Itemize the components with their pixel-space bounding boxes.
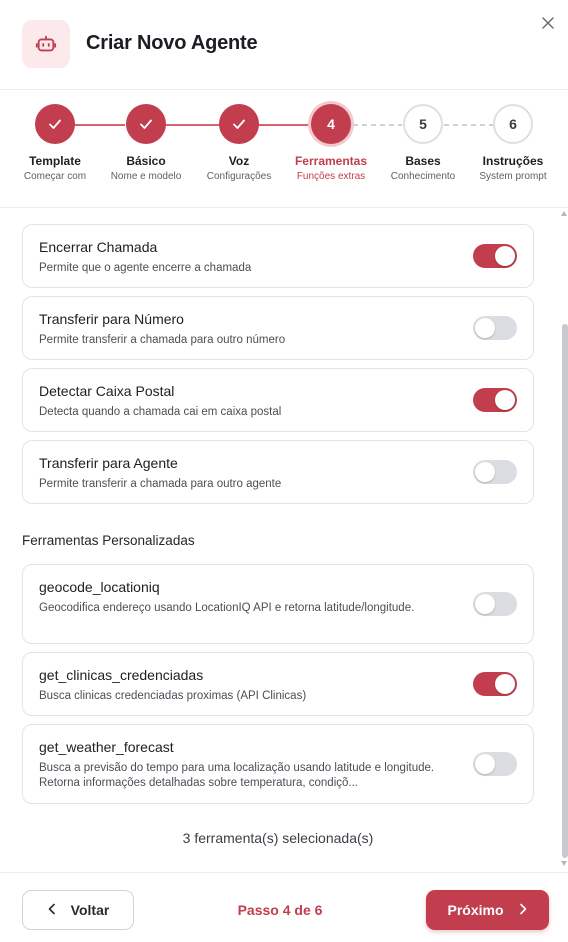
tool-title: Transferir para Agente: [39, 455, 178, 471]
tool-description: Busca clinicas credenciadas proximas (AP…: [39, 690, 307, 702]
tool-description: Geocodifica endereço usando LocationIQ A…: [39, 602, 415, 614]
tool-title: get_clinicas_credenciadas: [39, 667, 204, 683]
custom-tools-heading: Ferramentas Personalizadas: [22, 533, 195, 548]
scrollbar-thumb[interactable]: [562, 324, 568, 858]
chevron-left-icon: [47, 902, 57, 918]
tool-toggle[interactable]: [473, 388, 517, 412]
tool-card-detectar-caixa-postal[interactable]: Detectar Caixa Postal Detecta quando a c…: [22, 368, 534, 432]
tools-list: Encerrar Chamada Permite que o agente en…: [0, 209, 568, 871]
robot-icon: [22, 20, 70, 68]
tool-toggle[interactable]: [473, 244, 517, 268]
tool-title: Detectar Caixa Postal: [39, 383, 175, 399]
step-number: 5: [403, 104, 443, 144]
tool-card-transferir-agente[interactable]: Transferir para Agente Permite transferi…: [22, 440, 534, 504]
close-icon[interactable]: [539, 14, 557, 32]
step-indicator: Passo 4 de 6: [237, 902, 323, 918]
tool-toggle[interactable]: [473, 316, 517, 340]
modal-header: Criar Novo Agente: [0, 0, 568, 90]
check-icon: [126, 104, 166, 144]
tool-card-geocode-locationiq[interactable]: geocode_locationiq Geocodifica endereço …: [22, 564, 534, 644]
tool-card-get-clinicas-credenciadas[interactable]: get_clinicas_credenciadas Busca clinicas…: [22, 652, 534, 716]
step-bases[interactable]: 5 Bases Conhecimento: [373, 104, 473, 182]
tool-card-encerrar-chamada[interactable]: Encerrar Chamada Permite que o agente en…: [22, 224, 534, 288]
step-template[interactable]: Template Começar com: [5, 104, 105, 182]
tool-card-transferir-numero[interactable]: Transferir para Número Permite transferi…: [22, 296, 534, 360]
scroll-up-arrow-icon[interactable]: [561, 211, 567, 216]
modal-title: Criar Novo Agente: [86, 32, 258, 54]
step-basico[interactable]: Básico Nome e modelo: [96, 104, 196, 182]
modal-footer: Voltar Passo 4 de 6 Próximo: [0, 872, 568, 942]
tool-description: Busca a previsão do tempo para uma local…: [39, 762, 435, 789]
tool-description: Permite transferir a chamada para outro …: [39, 334, 286, 346]
wizard-stepper: Template Começar com Básico Nome e model…: [0, 90, 568, 208]
chevron-right-icon: [518, 902, 528, 918]
tool-description: Detecta quando a chamada cai em caixa po…: [39, 406, 282, 418]
tool-title: geocode_locationiq: [39, 579, 160, 595]
tool-title: Transferir para Número: [39, 311, 184, 327]
tool-title: get_weather_forecast: [39, 739, 174, 755]
tool-card-get-weather-forecast[interactable]: get_weather_forecast Busca a previsão do…: [22, 724, 534, 804]
tool-title: Encerrar Chamada: [39, 239, 158, 255]
step-instrucoes[interactable]: 6 Instruções System prompt: [463, 104, 563, 182]
check-icon: [219, 104, 259, 144]
back-button-label: Voltar: [70, 902, 110, 918]
tool-toggle[interactable]: [473, 752, 517, 776]
step-ferramentas[interactable]: 4 Ferramentas Funções extras: [281, 104, 381, 182]
step-number: 4: [311, 104, 351, 144]
tool-toggle[interactable]: [473, 460, 517, 484]
next-button[interactable]: Próximo: [426, 890, 549, 930]
tool-toggle[interactable]: [473, 592, 517, 616]
back-button[interactable]: Voltar: [22, 890, 134, 930]
scroll-down-arrow-icon[interactable]: [561, 861, 567, 866]
tool-description: Permite transferir a chamada para outro …: [39, 478, 282, 490]
tool-description: Permite que o agente encerre a chamada: [39, 262, 252, 274]
selected-count: 3 ferramenta(s) selecionada(s): [182, 830, 374, 846]
next-button-label: Próximo: [447, 902, 504, 918]
check-icon: [35, 104, 75, 144]
step-voz[interactable]: Voz Configurações: [189, 104, 289, 182]
tool-toggle[interactable]: [473, 672, 517, 696]
step-number: 6: [493, 104, 533, 144]
create-agent-modal: Criar Novo Agente Template Começar com B…: [0, 0, 568, 942]
